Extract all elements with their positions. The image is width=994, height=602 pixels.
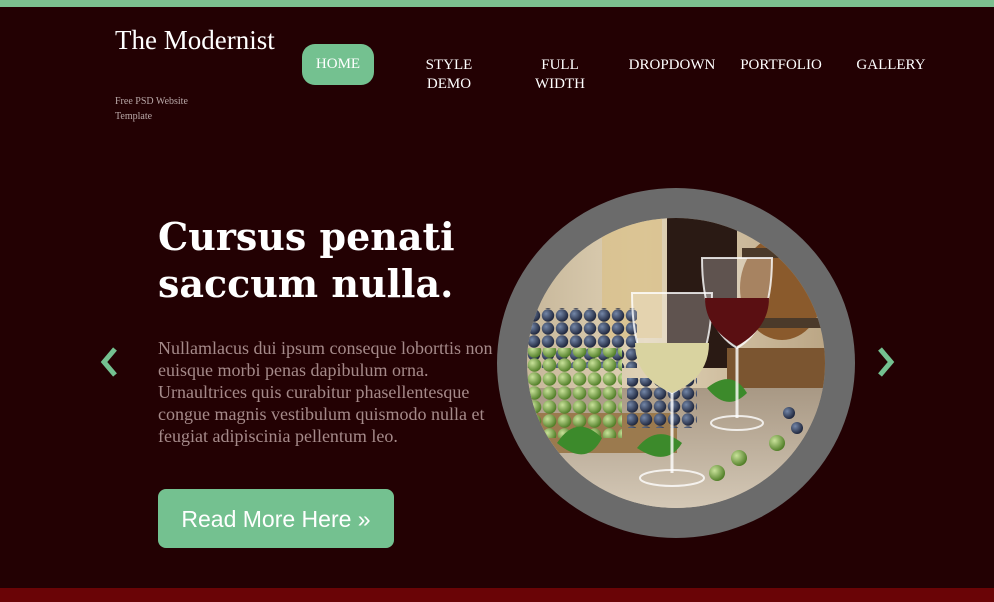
wine-glasses-grapes-photo: [527, 218, 825, 508]
nav-item-portfolio[interactable]: PORTFOLIO: [731, 56, 831, 75]
nav-item-gallery[interactable]: GALLERY: [850, 56, 932, 75]
chevron-left-icon[interactable]: [98, 344, 122, 380]
nav-item-style-demo[interactable]: STYLE DEMO: [414, 56, 484, 94]
slide-description: Nullamlacus dui ipsum conseque loborttis…: [158, 338, 493, 446]
page-frame: [0, 0, 994, 602]
chevron-right-icon[interactable]: [873, 344, 897, 380]
slide-headline: Cursus penati saccum nulla.: [158, 214, 455, 306]
site-title[interactable]: The Modernist: [115, 24, 285, 57]
site-tagline: Free PSD Website Template: [115, 96, 188, 122]
nav-item-full-width[interactable]: FULL WIDTH: [522, 56, 598, 94]
footer-bar: [0, 588, 994, 602]
nav-item-home[interactable]: HOME: [302, 44, 374, 85]
read-more-button[interactable]: Read More Here »: [158, 489, 394, 548]
nav-item-dropdown[interactable]: DROPDOWN: [620, 56, 724, 75]
